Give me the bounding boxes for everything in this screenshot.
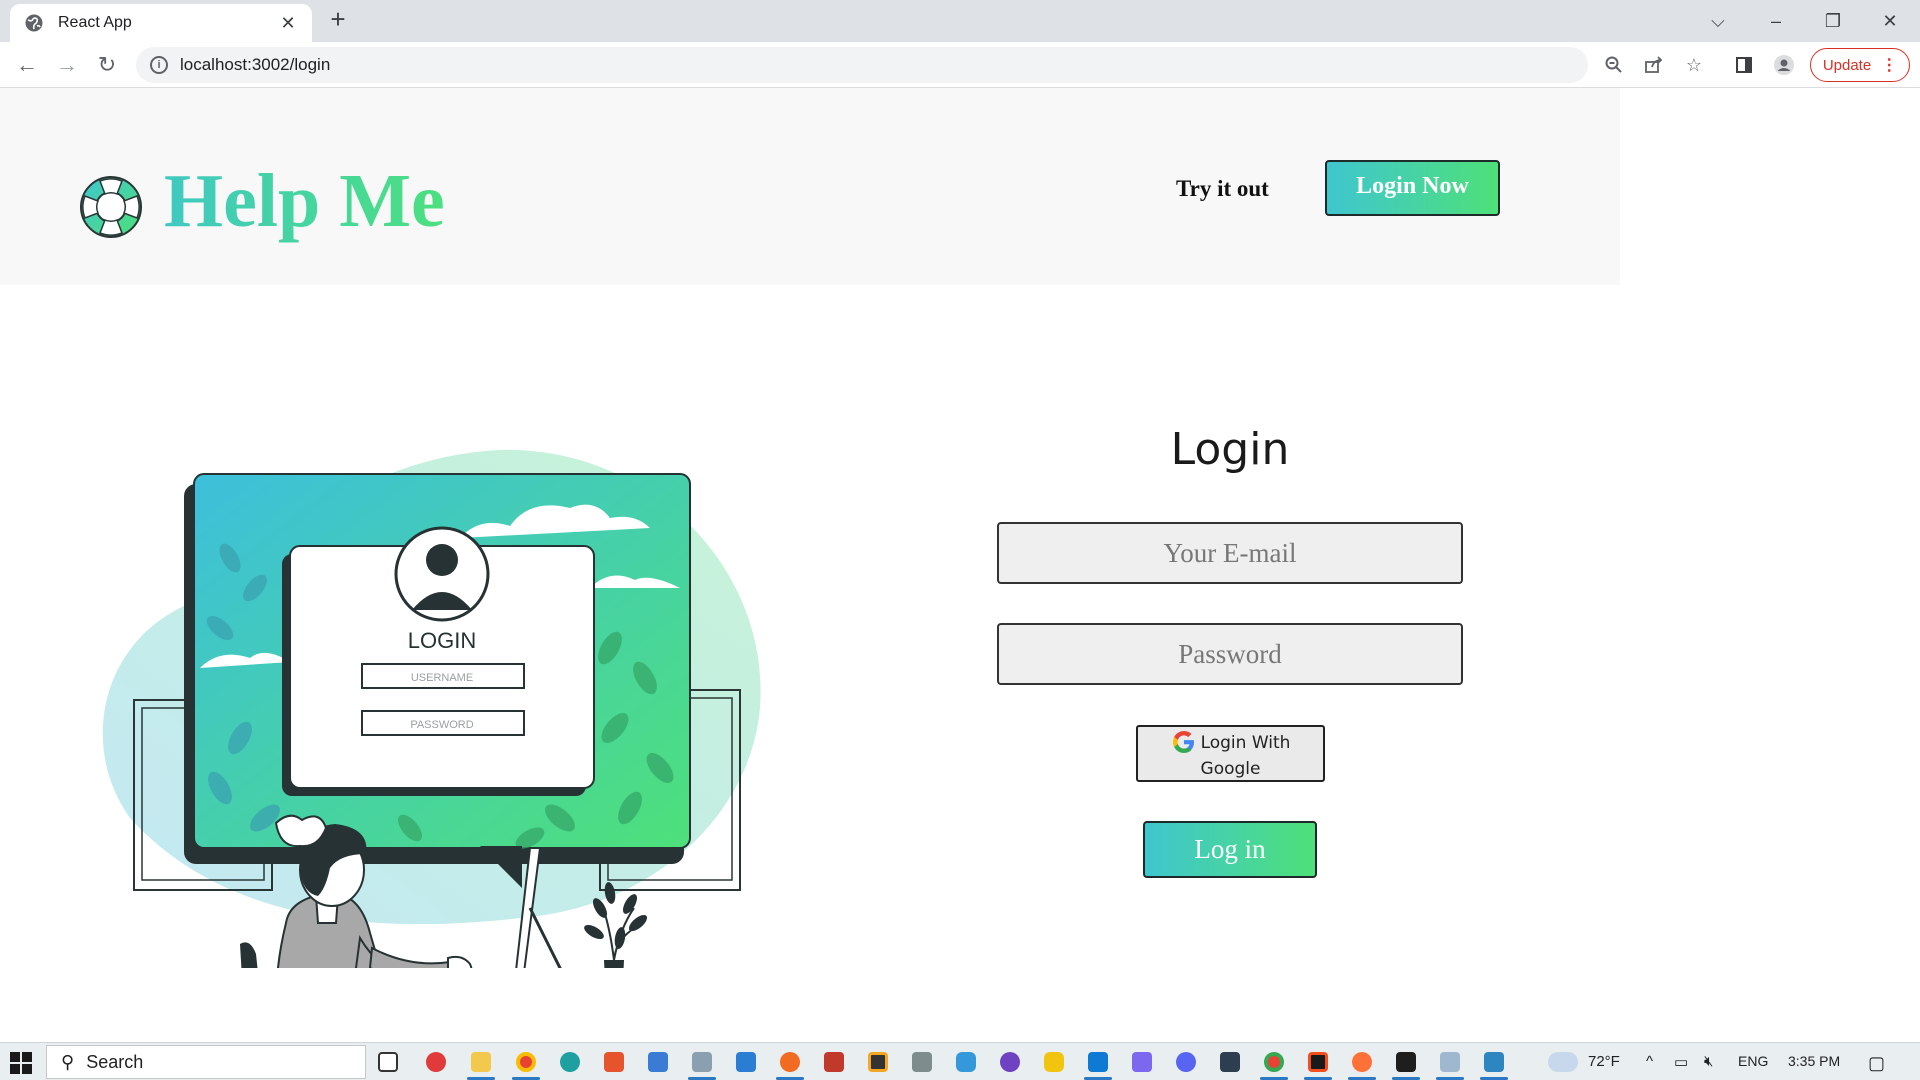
- taskbar-search[interactable]: ⚲ Search: [46, 1045, 366, 1079]
- globe-icon: [25, 14, 43, 32]
- clock[interactable]: 3:35 PM: [1788, 1053, 1840, 1069]
- new-tab-button[interactable]: +: [324, 6, 352, 34]
- illustration-username-field: USERNAME: [411, 672, 473, 684]
- try-it-out-link[interactable]: Try it out: [1176, 176, 1269, 202]
- windows-start-icon[interactable]: [10, 1052, 32, 1074]
- figma-icon[interactable]: [1308, 1052, 1328, 1072]
- tray-chevron-icon[interactable]: ^: [1646, 1053, 1653, 1070]
- login-now-button[interactable]: Login Now: [1325, 160, 1500, 216]
- weather-temperature[interactable]: 72°F: [1588, 1053, 1620, 1070]
- browser-toolbar: ← → ↻ i localhost:3002/login ☆ Update ⋮: [0, 42, 1920, 88]
- vscode-icon[interactable]: [1088, 1052, 1108, 1072]
- photos-icon[interactable]: [1484, 1052, 1504, 1072]
- password-input[interactable]: [997, 623, 1463, 685]
- google-login-button[interactable]: Login With Google: [1136, 725, 1325, 782]
- office-icon[interactable]: [604, 1052, 624, 1072]
- volume-muted-icon[interactable]: 🔇︎: [1704, 1053, 1713, 1070]
- app-icon-4[interactable]: [780, 1052, 800, 1072]
- app-icon-1[interactable]: [426, 1052, 446, 1072]
- firefox-icon[interactable]: [1352, 1052, 1372, 1072]
- terminal-icon[interactable]: [1396, 1052, 1416, 1072]
- email-input[interactable]: [997, 522, 1463, 584]
- weather-cloud-icon[interactable]: [1548, 1052, 1578, 1072]
- app-icon-8[interactable]: [1044, 1052, 1064, 1072]
- edge-icon[interactable]: [560, 1052, 580, 1072]
- app-icon-11[interactable]: [1440, 1052, 1460, 1072]
- restore-icon[interactable]: ❐: [1805, 0, 1861, 42]
- more-menu-icon[interactable]: ⋮: [1881, 55, 1897, 75]
- forward-icon[interactable]: →: [52, 50, 82, 80]
- file-explorer-icon[interactable]: [471, 1052, 491, 1072]
- app-icon-2[interactable]: [692, 1052, 712, 1072]
- sublime-icon[interactable]: [868, 1052, 888, 1072]
- app-icon-5[interactable]: [824, 1052, 844, 1072]
- update-button[interactable]: Update ⋮: [1810, 48, 1910, 82]
- log-in-button[interactable]: Log in: [1143, 821, 1317, 878]
- lifebuoy-logo-icon: [80, 176, 142, 238]
- close-window-icon[interactable]: ✕: [1862, 0, 1918, 42]
- google-login-label: Login With Google: [1200, 733, 1291, 779]
- app-icon-9[interactable]: [1132, 1052, 1152, 1072]
- bookmark-star-icon[interactable]: ☆: [1683, 54, 1705, 76]
- update-label: Update: [1822, 56, 1872, 74]
- back-icon[interactable]: ←: [12, 50, 42, 80]
- tab-strip: React App ✕ + ⌵ – ❐ ✕: [0, 0, 1920, 42]
- notifications-icon[interactable]: ▢: [1868, 1053, 1885, 1074]
- page-viewport: Help Me Try it out Login Now LOGIN USERN…: [0, 88, 1920, 1042]
- battery-icon[interactable]: ▭: [1674, 1053, 1688, 1071]
- reload-icon[interactable]: ↻: [92, 50, 122, 80]
- app-icon-6[interactable]: [912, 1052, 932, 1072]
- google-icon: [1172, 731, 1194, 753]
- zoom-icon[interactable]: [1603, 54, 1625, 76]
- app-icon-7[interactable]: [956, 1052, 976, 1072]
- windows-taskbar: ⚲ Search 72°F ^ ▭ 🔇︎ ENG 3:35 PM ▢: [0, 1042, 1920, 1080]
- profile-avatar-icon[interactable]: [1773, 54, 1795, 76]
- language-indicator[interactable]: ENG: [1738, 1053, 1768, 1069]
- browser-tab[interactable]: React App ✕: [10, 4, 312, 42]
- app-icon-3[interactable]: [736, 1052, 756, 1072]
- site-header: Help Me Try it out Login Now: [0, 88, 1620, 285]
- tab-search-chevron-icon[interactable]: ⌵: [1690, 0, 1746, 42]
- task-view-icon[interactable]: [378, 1052, 398, 1072]
- login-illustration: LOGIN USERNAME PASSWORD: [102, 449, 761, 968]
- github-icon[interactable]: [1000, 1052, 1020, 1072]
- illustration-password-field: PASSWORD: [410, 719, 473, 731]
- brand-title[interactable]: Help Me: [164, 156, 445, 246]
- discord-icon[interactable]: [1176, 1052, 1196, 1072]
- address-bar[interactable]: i localhost:3002/login: [136, 47, 1588, 83]
- search-icon: ⚲: [61, 1051, 75, 1072]
- tab-close-icon[interactable]: ✕: [278, 13, 298, 34]
- login-heading: Login: [1170, 424, 1290, 475]
- minimize-icon[interactable]: –: [1748, 0, 1804, 42]
- taskbar-search-label: Search: [86, 1051, 144, 1072]
- app-icon-10[interactable]: [1220, 1052, 1240, 1072]
- chrome-icon[interactable]: [516, 1052, 536, 1072]
- illustration-login-title: LOGIN: [408, 628, 476, 653]
- side-panel-icon[interactable]: [1733, 54, 1755, 76]
- mail-icon[interactable]: [648, 1052, 668, 1072]
- site-info-icon[interactable]: i: [150, 56, 168, 74]
- chrome-icon-2[interactable]: [1264, 1052, 1284, 1072]
- share-icon[interactable]: [1643, 54, 1665, 76]
- url-text: localhost:3002/login: [180, 55, 331, 74]
- tab-title: React App: [58, 14, 132, 31]
